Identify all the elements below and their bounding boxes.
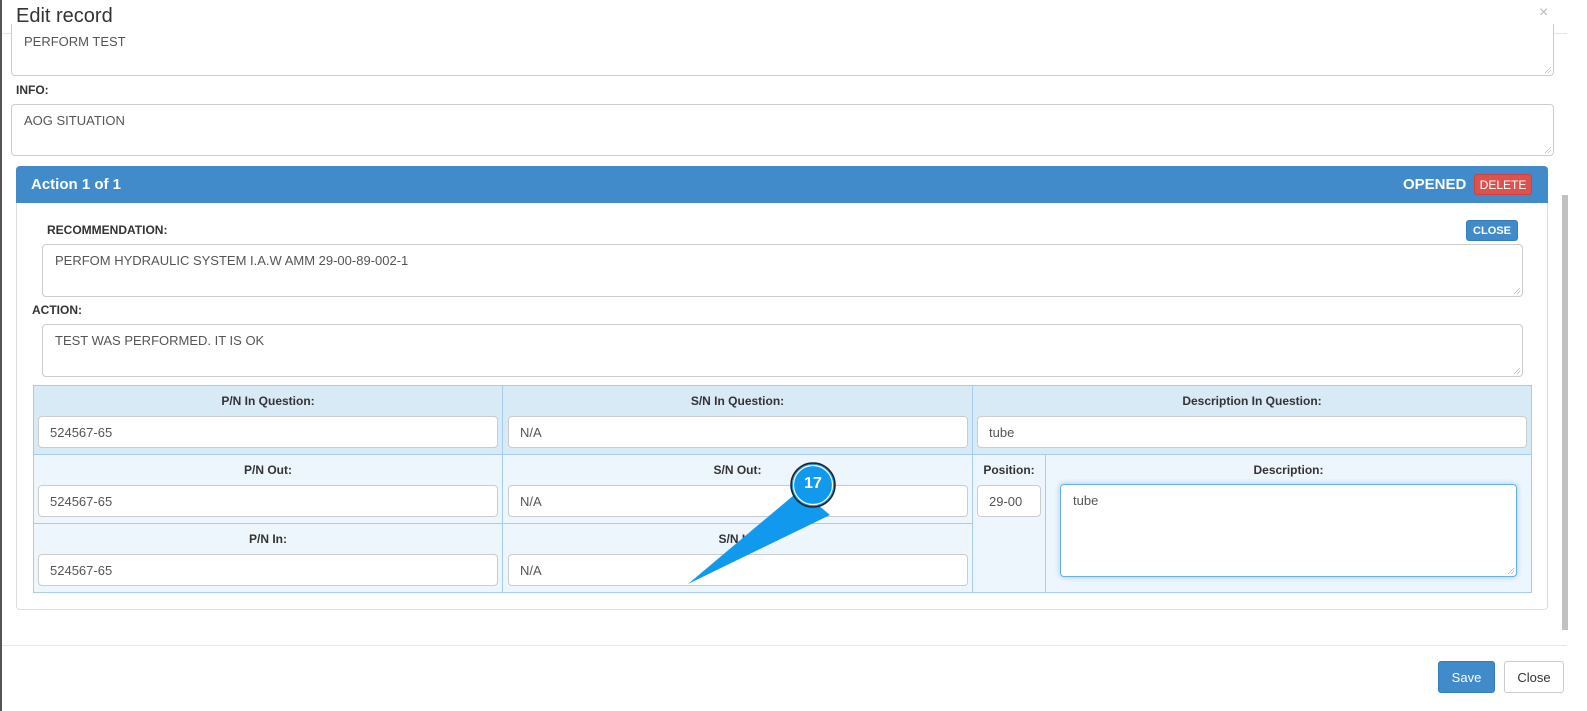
pn-in-input[interactable]: 524567-65 (38, 554, 498, 586)
action-panel-heading (16, 166, 1548, 203)
pn-in-label: P/N In: (249, 532, 287, 546)
desc-question-label: Description In Question: (1182, 394, 1322, 408)
info-textarea[interactable]: AOG SITUATION (11, 104, 1554, 156)
save-button[interactable]: Save (1438, 661, 1495, 693)
pn-out-label: P/N Out: (244, 463, 292, 477)
delete-button[interactable]: DELETE (1474, 174, 1532, 195)
action-heading: Action 1 of 1 (31, 176, 122, 193)
status-badge: OPENED (1403, 176, 1467, 193)
footer-divider (2, 645, 1567, 646)
scrollbar-thumb[interactable] (1562, 195, 1568, 630)
action-label: ACTION: (32, 303, 82, 317)
position-label: Position: (983, 463, 1035, 477)
task-textarea[interactable]: PERFORM TEST (11, 24, 1554, 76)
pn-question-label: P/N In Question: (221, 394, 315, 408)
sn-question-label: S/N In Question: (690, 394, 785, 408)
recommendation-textarea[interactable]: PERFOM HYDRAULIC SYSTEM I.A.W AMM 29-00-… (42, 244, 1523, 297)
position-input[interactable]: 29-00 (977, 485, 1041, 517)
pn-question-input[interactable]: 524567-65 (38, 416, 498, 448)
action-textarea[interactable]: TEST WAS PERFORMED. IT IS OK (42, 324, 1523, 377)
close-icon[interactable]: × (1539, 4, 1548, 22)
pn-out-input[interactable]: 524567-65 (38, 485, 498, 517)
close-button[interactable]: Close (1504, 661, 1564, 693)
sn-question-input[interactable]: N/A (508, 416, 968, 448)
info-label: INFO: (16, 83, 49, 97)
description-label: Description: (1253, 463, 1324, 477)
window-edge (0, 0, 2, 711)
desc-question-input[interactable]: tube (977, 416, 1527, 448)
callout-number: 17 (804, 475, 822, 492)
description-textarea[interactable]: tube (1060, 484, 1517, 577)
close-action-button[interactable]: CLOSE (1466, 220, 1518, 241)
recommendation-label: RECOMMENDATION: (47, 223, 168, 237)
